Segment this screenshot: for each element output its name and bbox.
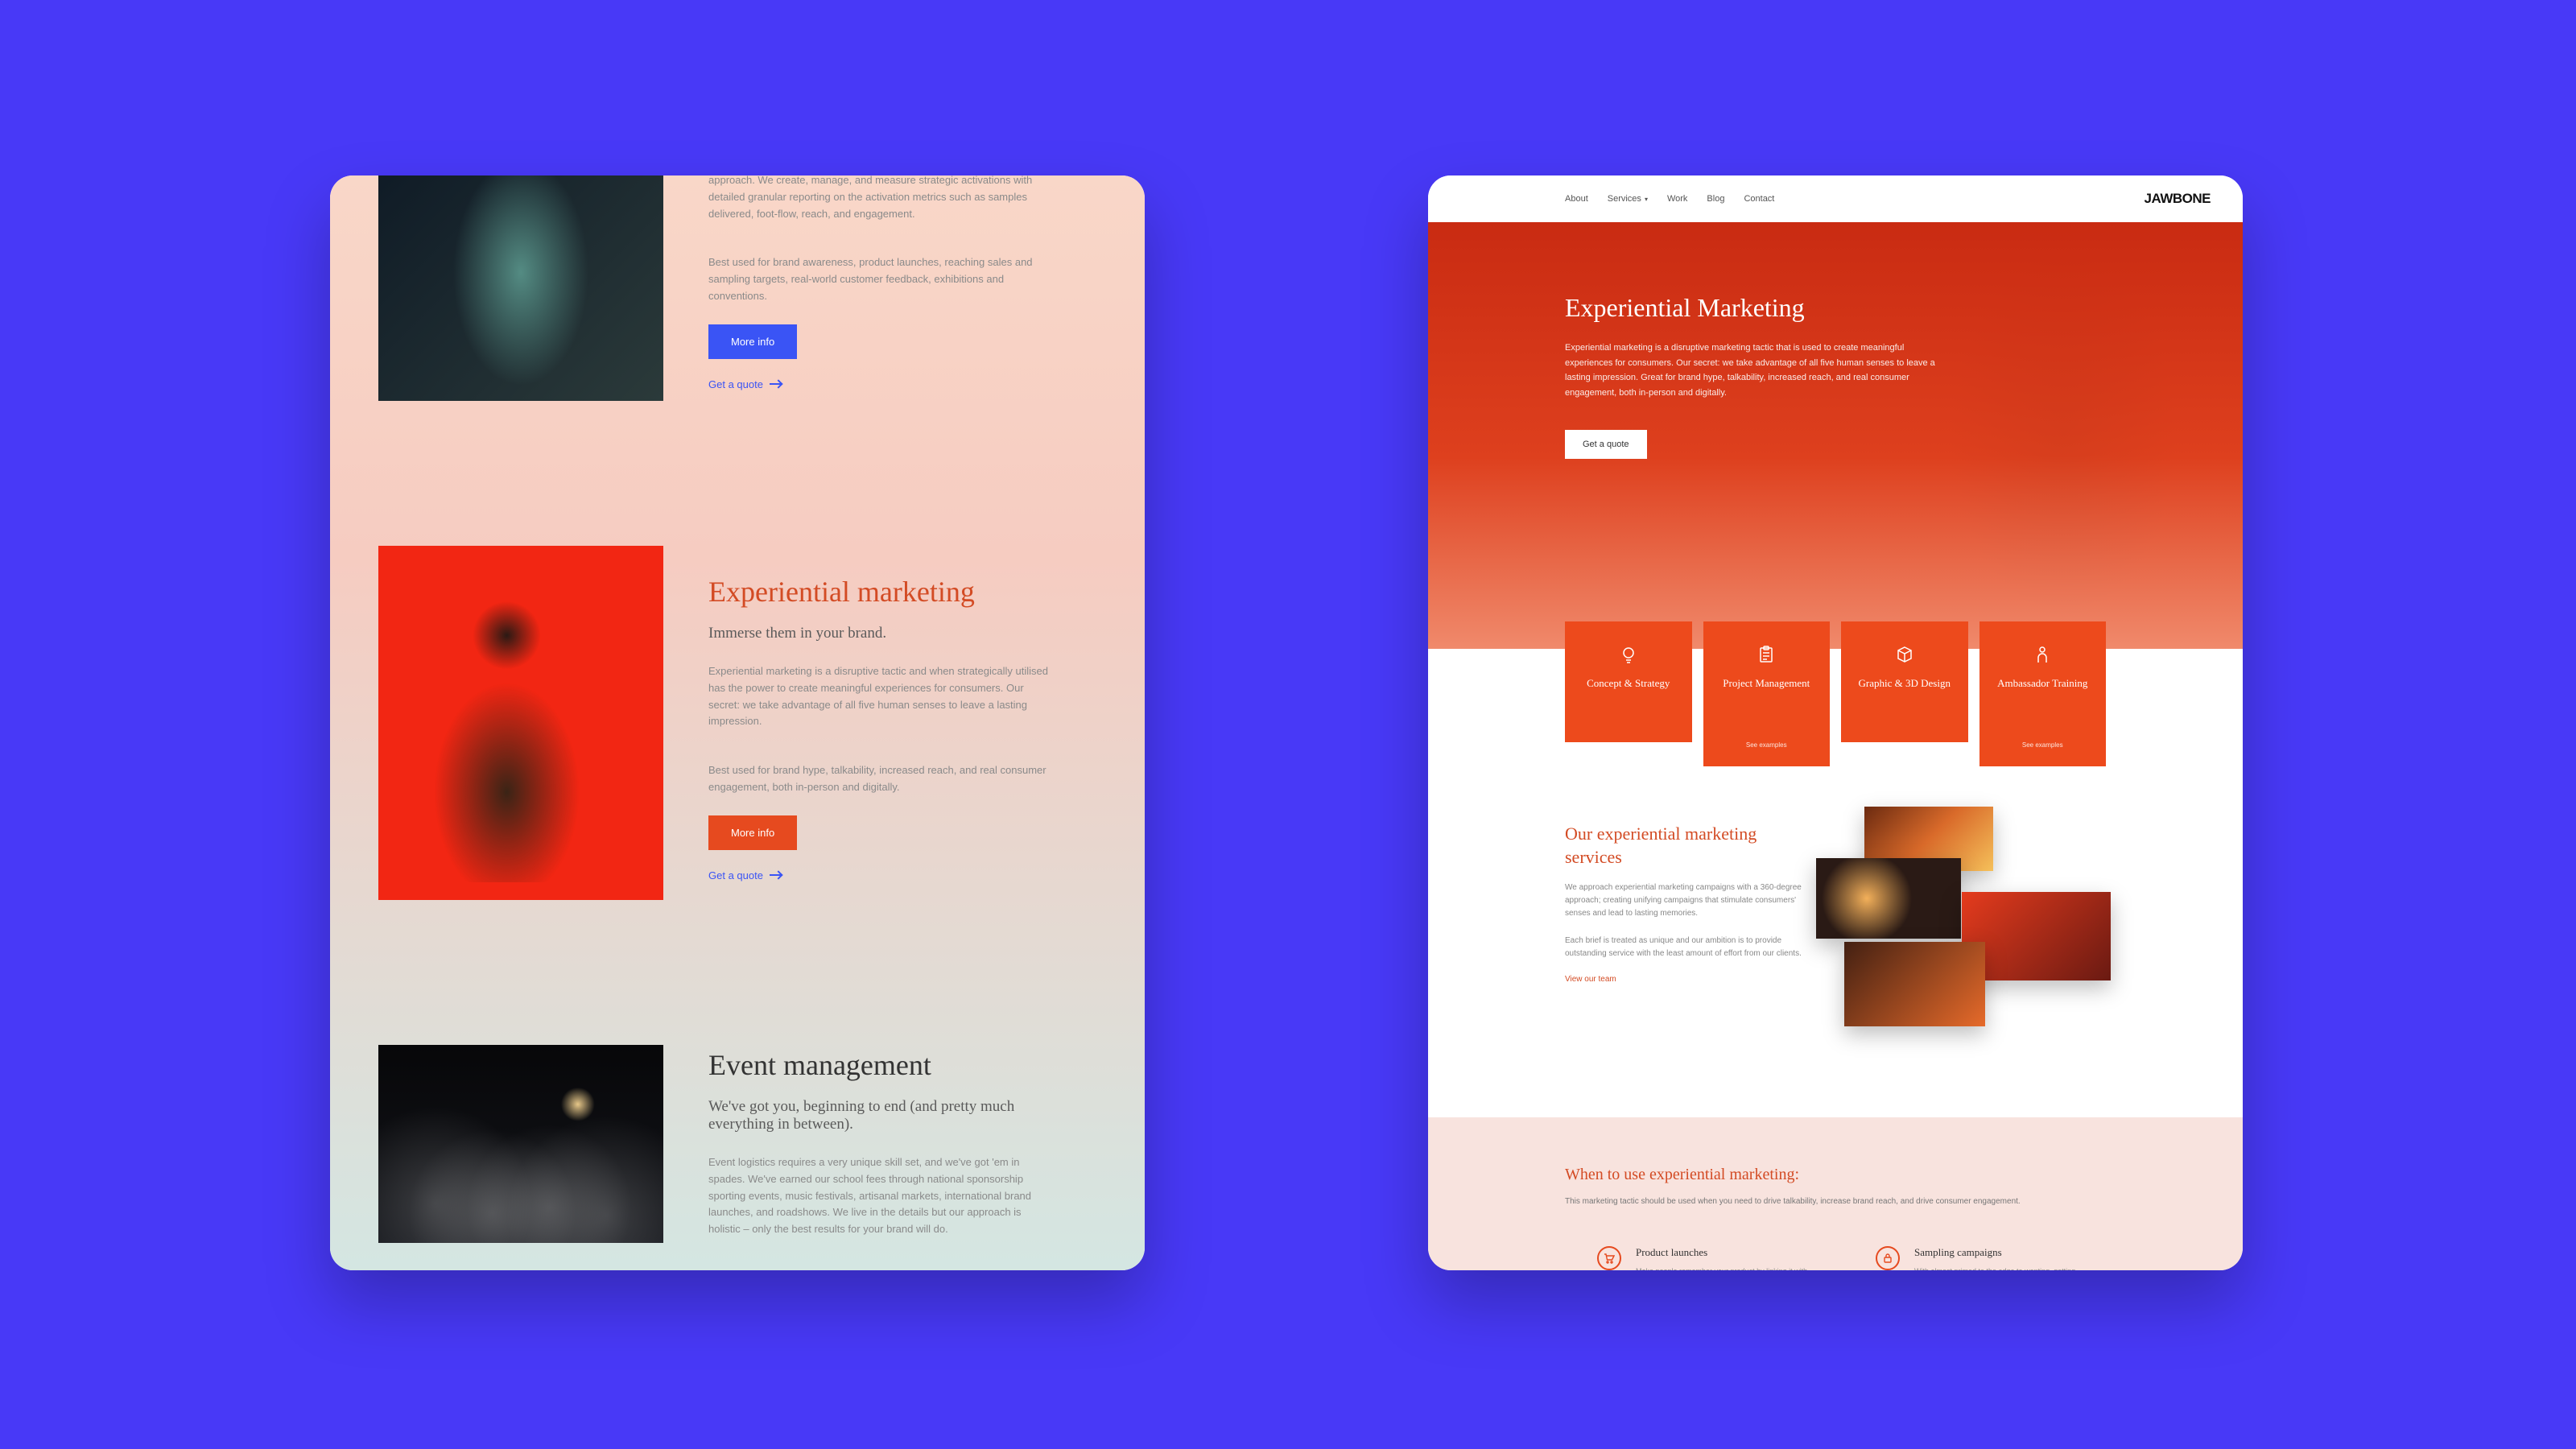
chevron-down-icon: ▾: [1645, 196, 1648, 203]
top-nav: About Services ▾ Work Blog Contact: [1460, 194, 1774, 204]
card-title: Concept & Strategy: [1587, 676, 1670, 691]
nav-services[interactable]: Services ▾: [1608, 194, 1648, 204]
card-project-management[interactable]: Project Management See examples: [1703, 621, 1831, 766]
services-heading: Our experiential marketing services: [1565, 823, 1806, 869]
card-sub: See examples: [1746, 727, 1787, 749]
image-event: [378, 1045, 663, 1243]
activation-bestfor: Best used for brand awareness, product l…: [708, 254, 1055, 304]
nav-blog[interactable]: Blog: [1707, 194, 1724, 204]
section-experiential: Experiential marketing Immerse them in y…: [378, 546, 1096, 900]
section-event: Event management We've got you, beginnin…: [378, 1045, 1096, 1270]
activation-body: approach. We create, manage, and measure…: [708, 175, 1055, 222]
get-quote-label: Get a quote: [708, 869, 763, 881]
event-body: Event logistics requires a very unique s…: [708, 1154, 1055, 1238]
view-team-link[interactable]: View our team: [1565, 975, 1806, 984]
nav-about[interactable]: About: [1565, 194, 1588, 204]
image-experiential: [378, 546, 663, 900]
feature-title: Product launches: [1636, 1246, 1813, 1259]
card-title: Graphic & 3D Design: [1859, 676, 1951, 691]
hero-body: Experiential marketing is a disruptive m…: [1565, 341, 1935, 401]
card-title: Project Management: [1723, 676, 1810, 691]
get-quote-button[interactable]: Get a quote: [1565, 430, 1647, 459]
arrow-icon: [770, 383, 781, 385]
experiential-sub: Immerse them in your brand.: [708, 625, 1080, 642]
collage-image: [1844, 942, 1985, 1026]
nav-contact[interactable]: Contact: [1744, 194, 1774, 204]
card-sub: See examples: [2022, 727, 2063, 749]
hero: Experiential Marketing Experiential mark…: [1428, 222, 2243, 649]
service-cards: Concept & Strategy Project Management Se…: [1565, 621, 2106, 766]
more-info-button[interactable]: More info: [708, 324, 797, 359]
person-icon: [2036, 644, 2049, 665]
cube-icon: [1896, 644, 1913, 665]
mockup-left: approach. We create, manage, and measure…: [330, 175, 1145, 1270]
topbar: About Services ▾ Work Blog Contact JAWBO…: [1428, 175, 2243, 222]
get-quote-label: Get a quote: [708, 378, 763, 390]
lock-icon: [1876, 1246, 1900, 1270]
image-activation: [378, 175, 663, 401]
nav-work[interactable]: Work: [1667, 194, 1687, 204]
arrow-icon: [770, 874, 781, 876]
cart-icon: [1597, 1246, 1621, 1270]
services-p2: Each brief is treated as unique and our …: [1565, 935, 1806, 960]
card-ambassador-training[interactable]: Ambassador Training See examples: [1979, 621, 2107, 766]
experiential-body: Experiential marketing is a disruptive t…: [708, 663, 1055, 730]
experiential-heading: Experiential marketing: [708, 575, 1080, 609]
feature-body: Make people remember your product by lin…: [1636, 1265, 1813, 1270]
collage-image: [1816, 858, 1961, 939]
hero-title: Experiential Marketing: [1565, 293, 2106, 323]
lightbulb-icon: [1620, 644, 1637, 665]
card-title: Ambassador Training: [1997, 676, 2087, 691]
feature-sampling-campaigns: Sampling campaigns With almost primed to…: [1876, 1246, 2106, 1270]
get-quote-link[interactable]: Get a quote: [708, 869, 1080, 881]
brand-logo[interactable]: JAWBONE: [2145, 191, 2211, 207]
event-heading: Event management: [708, 1048, 1080, 1082]
section-activation: approach. We create, manage, and measure…: [378, 175, 1096, 401]
event-sub: We've got you, beginning to end (and pre…: [708, 1098, 1080, 1133]
services-section: Our experiential marketing services We a…: [1565, 823, 2106, 1032]
card-graphic-3d-design[interactable]: Graphic & 3D Design: [1841, 621, 1968, 742]
get-quote-link[interactable]: Get a quote: [708, 378, 1080, 390]
feature-title: Sampling campaigns: [1914, 1246, 2091, 1259]
services-collage: [1839, 823, 2106, 1032]
band-lead: This marketing tactic should be used whe…: [1565, 1197, 2106, 1206]
clipboard-icon: [1759, 644, 1773, 665]
feature-list: Product launches Make people remember yo…: [1565, 1246, 2106, 1270]
card-concept-strategy[interactable]: Concept & Strategy: [1565, 621, 1692, 742]
experiential-bestfor: Best used for brand hype, talkability, i…: [708, 762, 1055, 796]
when-to-use-section: When to use experiential marketing: This…: [1428, 1117, 2243, 1270]
services-p1: We approach experiential marketing campa…: [1565, 881, 1806, 920]
mockup-right: About Services ▾ Work Blog Contact JAWBO…: [1428, 175, 2243, 1270]
more-info-button[interactable]: More info: [708, 815, 797, 850]
band-heading: When to use experiential marketing:: [1565, 1166, 2106, 1184]
feature-body: With almost primed to the edge to wantin…: [1914, 1265, 2091, 1270]
nav-services-label: Services: [1608, 194, 1641, 204]
feature-product-launches: Product launches Make people remember yo…: [1597, 1246, 1827, 1270]
